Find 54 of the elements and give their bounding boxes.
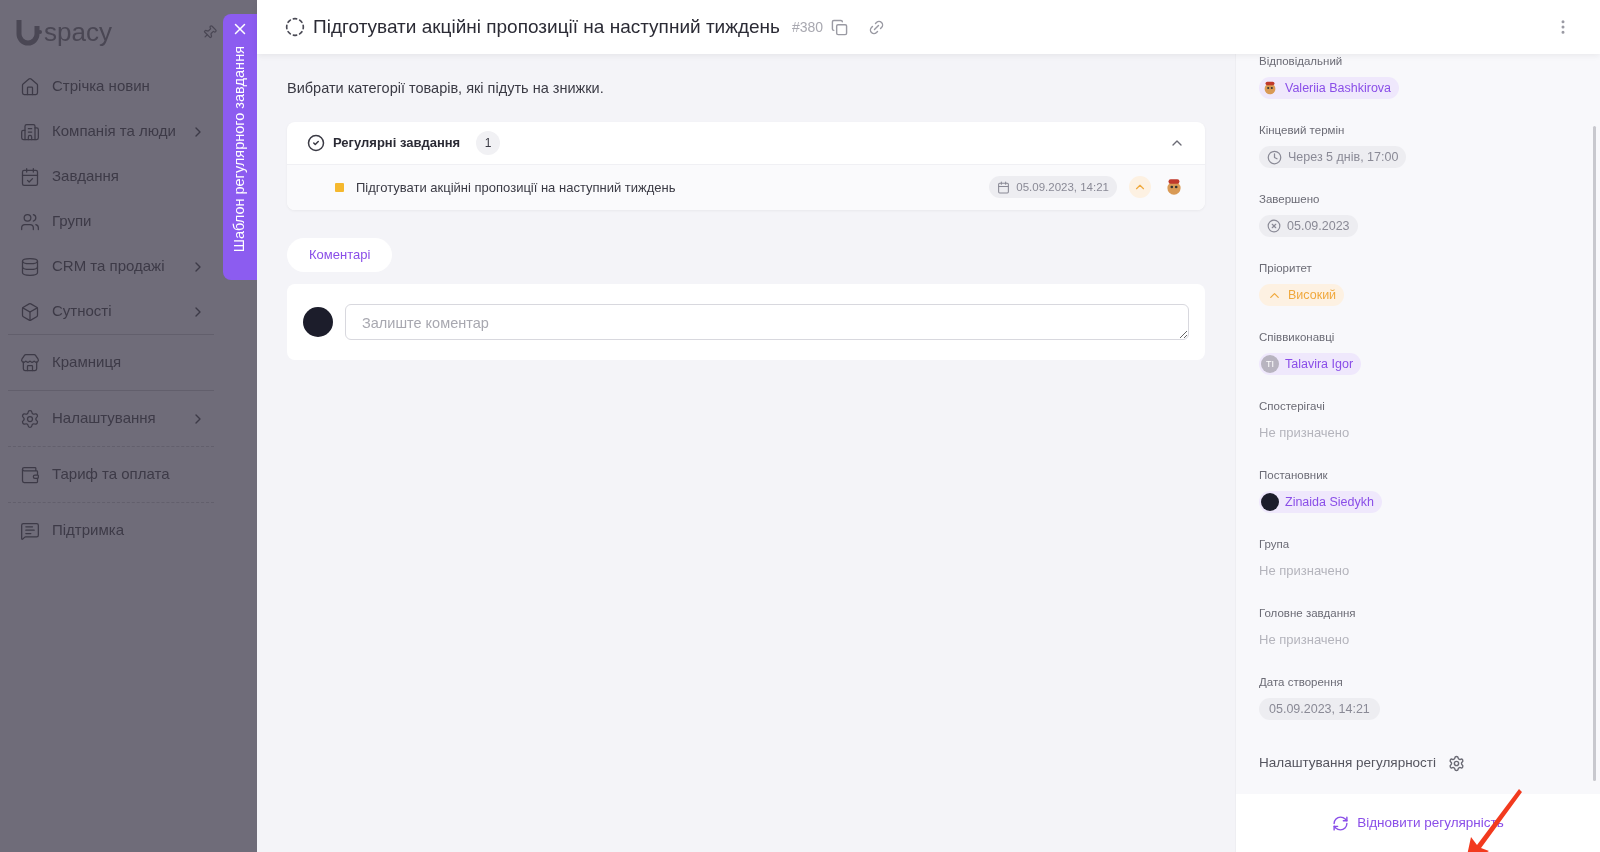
field-label: Співвиконавці <box>1259 330 1335 345</box>
field-value: Не призначено <box>1259 631 1350 650</box>
field-label: Головне завдання <box>1259 606 1356 621</box>
task-description: Вибрати категорії товарів, які підуть на знижки. <box>287 79 605 98</box>
subtask-row[interactable]: Підготувати акційні пропозиції на наступний тиждень 05.09.2023, 14:21 <box>287 163 1205 210</box>
initials-avatar: TI <box>1261 355 1279 374</box>
person-chip[interactable]: Valeriia Bashkirova <box>1259 77 1400 100</box>
field-label: Спостерігачі <box>1259 399 1325 414</box>
menu-icon <box>20 76 40 97</box>
menu-icon <box>20 301 40 322</box>
priority-chip[interactable]: Високий <box>1259 284 1345 307</box>
menu-icon <box>20 121 40 142</box>
person-chip[interactable]: Zinaida Siedykh <box>1259 491 1382 514</box>
field-label: Завершено <box>1259 192 1320 207</box>
task-status-icon <box>285 17 305 37</box>
subtask-title: Підготувати акційні пропозиції на наступний тиждень <box>356 178 677 197</box>
menu-icon <box>20 256 40 277</box>
scrollbar[interactable] <box>1593 126 1596 781</box>
cross-circle-icon <box>1267 219 1281 234</box>
menu-icon <box>20 352 40 373</box>
deadline-chip[interactable]: Через 5 днів, 17:00 <box>1259 146 1407 169</box>
logo-icon <box>16 18 42 46</box>
count-badge: 1 <box>476 130 501 155</box>
menu-icon <box>20 166 40 187</box>
clock-icon <box>1267 149 1282 165</box>
field-label: Кінцевий термін <box>1259 123 1345 138</box>
avatar <box>303 306 333 337</box>
task-number: #380 <box>792 17 824 37</box>
panel-tab[interactable]: Шаблон регулярного завдання <box>223 14 257 280</box>
field-label: Пріоритет <box>1259 261 1312 276</box>
menu-icon <box>20 408 40 429</box>
recurrence-settings-label: Налаштування регулярності <box>1259 754 1437 772</box>
field-label: Постановник <box>1259 468 1328 483</box>
task-title: Підготувати акційні пропозиції на наступний тиждень <box>313 14 780 39</box>
person-chip[interactable]: TI Talavira Igor <box>1259 353 1362 376</box>
comments-tab[interactable]: Коментарі <box>287 237 393 272</box>
field-value: Не призначено <box>1259 424 1350 443</box>
calendar-icon <box>997 180 1011 194</box>
menu-icon <box>20 211 40 232</box>
field-label: Група <box>1259 537 1290 552</box>
settings-icon[interactable] <box>1448 754 1466 772</box>
completed-chip: 05.09.2023 <box>1259 215 1358 238</box>
check-circle-icon <box>307 133 325 152</box>
date-chip: 05.09.2023, 14:21 <box>1259 698 1380 721</box>
menu-icon <box>20 464 40 485</box>
field-label: Дата створення <box>1259 675 1343 690</box>
date-chip: 05.09.2023, 14:21 <box>989 176 1117 199</box>
field-value: Не призначено <box>1259 562 1350 581</box>
menu-icon <box>20 520 40 541</box>
copy-icon[interactable] <box>831 18 849 36</box>
subtasks-title: Регулярні завдання <box>333 134 461 152</box>
field-label: Відповідальний <box>1259 54 1343 69</box>
refresh-icon <box>1332 814 1350 832</box>
comment-input[interactable]: Залиште коментар <box>345 303 1189 340</box>
